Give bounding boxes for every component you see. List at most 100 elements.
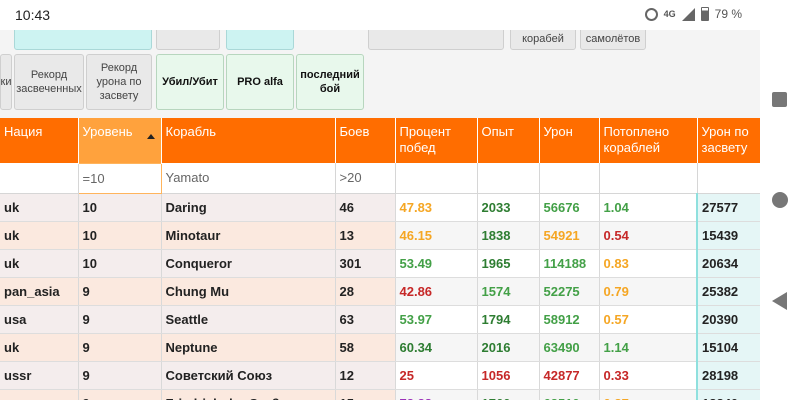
kills-cell: 0.83 [599,249,698,278]
table-row[interactable]: uk 9 Neptune 58 60.34 2016 63490 1.14 15104 [0,333,760,362]
filter-input-battles[interactable]: >20 [335,163,396,194]
winrate-cell: 53.49 [395,249,478,278]
damage-cell: 63490 [539,333,600,362]
tier-cell: 10 [78,249,162,278]
xp-cell: 1574 [477,277,540,306]
table-row[interactable]: usa 9 Seattle 63 53.97 1794 58912 0.57 20390 [0,305,760,334]
column-header-battles[interactable]: Боев [335,118,396,163]
kills-cell: 1.04 [599,193,698,222]
filter-input-nation[interactable] [0,163,79,194]
spot-damage-cell: 27577 [696,193,760,222]
tier-cell: 9 [78,361,162,390]
ship-cell: Neptune [161,333,336,362]
winrate-cell: 73.33 [395,389,478,400]
ship-cell: Советский Союз [161,361,336,390]
spot-damage-cell: 20634 [696,249,760,278]
ship-cell: Chung Mu [161,277,336,306]
kills-cell: 1.14 [599,333,698,362]
column-header-ship[interactable]: Корабль [161,118,336,163]
battles-cell: 15 [335,389,396,400]
tier-cell: 9 [78,389,162,400]
kill-death-button[interactable]: Убил/Убит [156,54,224,110]
network-label: 4G [663,9,676,19]
damage-cell: 54921 [539,221,600,250]
kills-cell: 0.57 [599,305,698,334]
filter-input-ship[interactable]: Yamato [161,163,336,194]
filter-input-spot-damage[interactable] [697,163,760,194]
filter-input-kills[interactable] [599,163,698,194]
spot-damage-cell: 18840 [696,389,760,400]
tier-cell: 9 [78,333,162,362]
kills-record-button[interactable]: корабей [510,30,576,50]
damage-cell: 42877 [539,361,600,390]
winrate-cell: 47.83 [395,193,478,222]
table-row[interactable]: ussr 9 Советский Союз 12 25 1056 42877 0.33 2819… [0,361,760,390]
spot-damage-record-button[interactable]: Рекорд урона по засвету [86,54,152,110]
filter-button[interactable] [226,30,294,50]
winrate-cell: 25 [395,361,478,390]
winrate-cell: 46.15 [395,221,478,250]
recents-icon[interactable] [772,92,787,107]
column-header-spot-damage[interactable]: Урон по засвету [697,118,760,163]
ship-stats-table: Нация Уровень Корабль Боев Процент побед… [0,118,760,400]
signal-icon [681,7,695,21]
ship-cell: Daring [161,193,336,222]
battles-cell: 12 [335,361,396,390]
table-row[interactable]: uk 10 Conqueror 301 53.49 1965 114188 0.83 20634 [0,249,760,278]
damage-cell: 114188 [539,249,600,278]
column-header-tier[interactable]: Уровень [78,118,162,163]
column-header-kills[interactable]: Потоплено кораблей [599,118,698,163]
kills-cell: 0.33 [599,361,698,390]
table-row[interactable]: uk 10 Daring 46 47.83 2033 56676 1.04 27577 [0,193,760,222]
filter-button[interactable] [368,30,504,50]
planes-record-button[interactable]: самолётов [580,30,646,50]
column-header-label: Уровень [82,124,133,139]
back-icon[interactable] [772,292,787,310]
ship-cell: Seattle [161,305,336,334]
ship-cell: Minotaur [161,221,336,250]
battles-cell: 13 [335,221,396,250]
column-header-damage[interactable]: Урон [539,118,600,163]
filter-button-partial[interactable]: ки [0,54,12,110]
filter-input-tier[interactable]: =10 [77,162,162,194]
nation-cell: uk [0,193,79,222]
column-header-nation[interactable]: Нация [0,118,79,163]
nation-cell: uk [0,333,79,362]
xp-cell: 1794 [477,305,540,334]
last-battle-button[interactable]: последний бой [296,54,364,110]
tier-cell: 10 [78,221,162,250]
spotted-record-button[interactable]: Рекорд засвеченных [14,54,84,110]
damage-cell: 56676 [539,193,600,222]
tier-cell: 9 [78,305,162,334]
filter-button[interactable] [14,30,152,50]
spot-damage-cell: 15104 [696,333,760,362]
kills-cell: 0.54 [599,221,698,250]
clock: 10:43 [15,7,51,23]
kills-cell: 0.79 [599,277,698,306]
ship-cell: Conqueror [161,249,336,278]
home-icon[interactable] [772,192,788,208]
table-row[interactable]: pan_asia 9 Chung Mu 28 42.86 1574 52275 0.79 253… [0,277,760,306]
filter-input-xp[interactable] [477,163,540,194]
nation-cell: germany [0,389,79,400]
table-body: uk 10 Daring 46 47.83 2033 56676 1.04 27577 uk 10 M… [0,193,760,400]
xp-cell: 2033 [477,193,540,222]
app-screen: 10:43 4G 79 % корабей самолётов ки Рекор… [0,0,800,400]
filter-input-winrate[interactable] [395,163,478,194]
table-row[interactable]: germany9Friedrich der Große1573.33176063… [0,389,760,400]
filter-input-damage[interactable] [539,163,600,194]
winrate-cell: 53.97 [395,305,478,334]
navigation-bar [760,0,800,400]
tier-cell: 10 [78,193,162,222]
column-header-xp[interactable]: Опыт [477,118,540,163]
battles-cell: 301 [335,249,396,278]
filter-button[interactable] [156,30,220,50]
nation-cell: ussr [0,361,79,390]
pro-alfa-button[interactable]: PRO alfa [226,54,294,110]
table-row[interactable]: uk 10 Minotaur 13 46.15 1838 54921 0.54 15439 [0,221,760,250]
kills-cell: 0.87 [599,389,698,400]
xp-cell: 1838 [477,221,540,250]
spot-damage-cell: 25382 [696,277,760,306]
column-header-winrate[interactable]: Процент побед [395,118,478,163]
spot-damage-cell: 28198 [696,361,760,390]
